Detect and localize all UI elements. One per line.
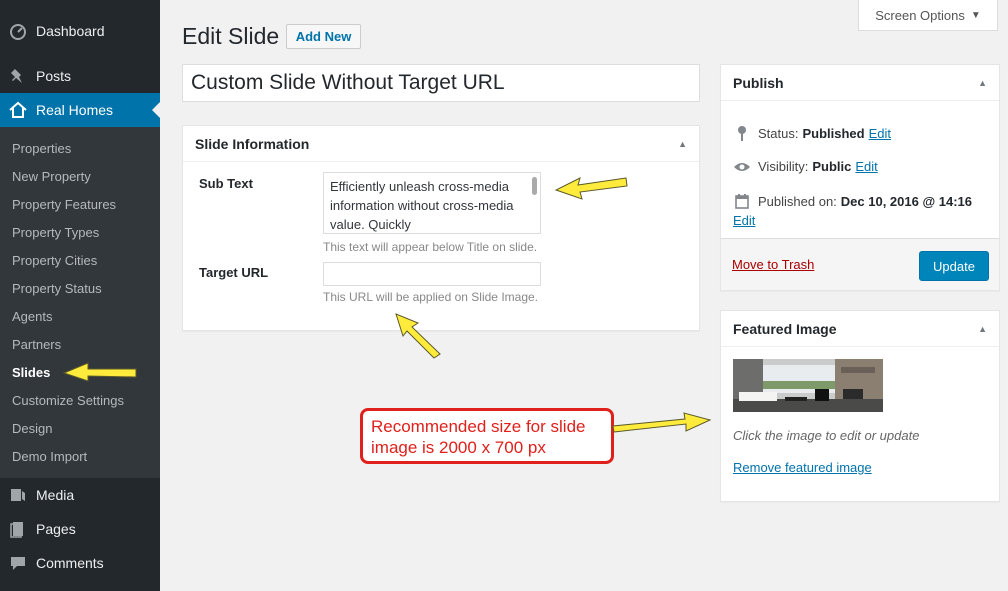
status-value: Published (802, 125, 865, 141)
menu-pages-label: Pages (36, 521, 76, 537)
calendar-icon (733, 193, 751, 209)
menu-comments-label: Comments (36, 555, 104, 571)
pin-icon (0, 67, 36, 85)
visibility-value: Public (812, 159, 852, 174)
sub-text-label: Sub Text (199, 176, 253, 191)
menu-dashboard[interactable]: Dashboard (0, 14, 160, 48)
annotation-arrow-featured (612, 412, 712, 433)
visibility-label: Visibility: (758, 159, 809, 174)
eye-icon (733, 161, 751, 173)
sub-text-value: Efficiently unleash cross-media informat… (330, 179, 514, 232)
submenu-property-types[interactable]: Property Types (12, 225, 99, 240)
home-icon (0, 101, 36, 119)
submenu-properties[interactable]: Properties (12, 141, 71, 156)
status-label: Status: (758, 125, 799, 141)
edit-date-link[interactable]: Edit (733, 213, 755, 228)
slide-information-title: Slide Information (195, 135, 310, 152)
featured-image-box: Featured Image ▲ Click the image to edit… (720, 310, 1000, 502)
submenu-customize-settings[interactable]: Customize Settings (12, 393, 124, 408)
submenu-design[interactable]: Design (12, 421, 52, 436)
featured-image-title: Featured Image (733, 320, 837, 337)
dashboard-icon (0, 22, 36, 40)
slide-information-header[interactable]: Slide Information ▲ (183, 126, 699, 162)
publish-header[interactable]: Publish ▲ (721, 65, 999, 101)
submenu-demo-import[interactable]: Demo Import (12, 449, 87, 464)
pages-icon (0, 520, 36, 538)
current-menu-notch (152, 102, 160, 118)
featured-image-thumbnail[interactable] (733, 359, 883, 412)
featured-image-caption: Click the image to edit or update (733, 428, 920, 443)
submenu-property-features[interactable]: Property Features (12, 197, 116, 212)
collapse-toggle-icon[interactable]: ▲ (978, 78, 987, 88)
real-homes-submenu: Properties New Property Property Feature… (0, 127, 160, 478)
submenu-partners[interactable]: Partners (12, 337, 61, 352)
comments-icon (0, 554, 36, 572)
screen-options-label: Screen Options (875, 7, 965, 23)
textarea-scrollbar[interactable] (532, 177, 537, 195)
edit-status-link[interactable]: Edit (869, 126, 891, 141)
target-url-label: Target URL (199, 265, 269, 280)
submenu-agents[interactable]: Agents (12, 309, 52, 324)
submenu-new-property[interactable]: New Property (12, 169, 91, 184)
menu-pages[interactable]: Pages (0, 512, 160, 546)
collapse-toggle-icon[interactable]: ▲ (978, 324, 987, 334)
media-icon (0, 486, 36, 504)
menu-real-homes[interactable]: Real Homes (0, 93, 160, 127)
sub-text-hint: This text will appear below Title on sli… (323, 240, 538, 254)
pin-icon (733, 125, 751, 141)
sub-text-textarea[interactable]: Efficiently unleash cross-media informat… (323, 172, 541, 234)
menu-dashboard-label: Dashboard (36, 23, 105, 39)
submenu-slides[interactable]: Slides (12, 365, 50, 380)
collapse-toggle-icon[interactable]: ▲ (678, 139, 687, 149)
move-to-trash-link[interactable]: Move to Trash (732, 257, 814, 272)
published-edit-row: Edit (733, 213, 755, 228)
slide-title-input[interactable] (182, 64, 700, 102)
publish-actions: Move to Trash Update (721, 238, 999, 290)
edit-visibility-link[interactable]: Edit (855, 159, 877, 174)
menu-comments[interactable]: Comments (0, 546, 160, 580)
menu-posts-label: Posts (36, 68, 72, 84)
submenu-property-cities[interactable]: Property Cities (12, 253, 97, 268)
publish-title: Publish (733, 74, 784, 91)
menu-posts[interactable]: Posts (0, 59, 160, 93)
page-title: Edit Slide (182, 23, 280, 49)
featured-image-header[interactable]: Featured Image ▲ (721, 311, 999, 347)
target-url-hint: This URL will be applied on Slide Image. (323, 290, 538, 304)
published-on-row: Published on: Dec 10, 2016 @ 14:16 (733, 193, 972, 209)
remove-featured-image-link[interactable]: Remove featured image (733, 460, 872, 475)
menu-media[interactable]: Media (0, 478, 160, 512)
caret-down-icon: ▼ (970, 9, 981, 21)
submenu-property-status[interactable]: Property Status (12, 281, 102, 296)
published-on-label: Published on: (758, 193, 837, 209)
add-new-button[interactable]: Add New (286, 24, 361, 49)
visibility-row: Visibility: Public Edit (733, 159, 878, 174)
status-row: Status: Published Edit (733, 125, 891, 141)
publish-box: Publish ▲ Status: Published Edit Visibil… (720, 64, 1000, 291)
published-on-value: Dec 10, 2016 @ 14:16 (840, 193, 972, 209)
menu-media-label: Media (36, 487, 75, 503)
screen-options-button[interactable]: Screen Options ▼ (858, 0, 998, 31)
update-button[interactable]: Update (919, 251, 989, 281)
annotation-callout: Recommended size for slide image is 2000… (360, 408, 614, 464)
target-url-input[interactable] (323, 262, 541, 286)
slide-information-box: Slide Information ▲ Sub Text Efficiently… (182, 125, 700, 331)
menu-real-homes-label: Real Homes (36, 102, 114, 118)
admin-sidebar: Dashboard Posts Real Homes Properties Ne… (0, 0, 160, 591)
